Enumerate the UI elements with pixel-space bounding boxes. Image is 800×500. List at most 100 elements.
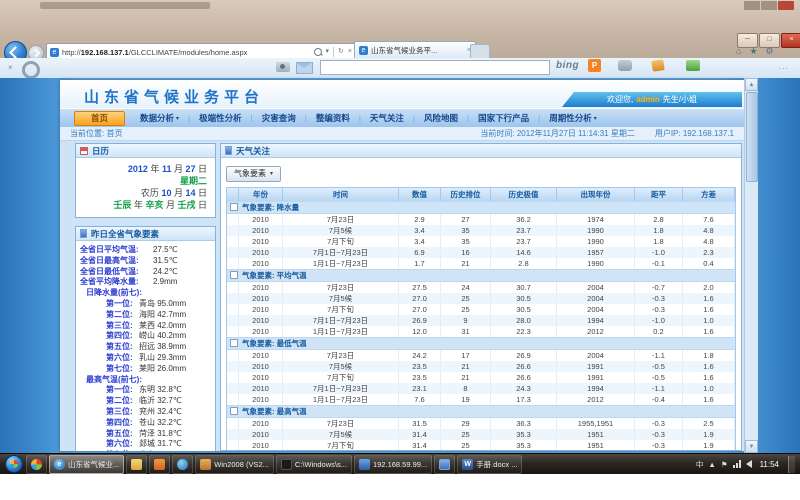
element-dropdown-button[interactable]: 气象要素 ▾ <box>226 166 281 182</box>
toolbar-capture-icon[interactable] <box>618 60 632 71</box>
group-checkbox[interactable] <box>230 407 238 415</box>
vertical-scrollbar[interactable]: ▲ ▼ <box>744 78 758 453</box>
volume-icon[interactable] <box>746 460 752 468</box>
taskbar-button-wmp[interactable] <box>172 455 193 474</box>
menu-item-周期性分析[interactable]: 周期性分析▾ <box>540 112 606 124</box>
table-row[interactable]: 20107月下旬31.42535.31951-0.31.9 <box>227 440 735 451</box>
toolbar-share-icon[interactable] <box>686 60 700 71</box>
summary-stat: 全省日平均气温:27.5℃ <box>80 245 211 256</box>
sidebar: 日历 2012 年 11 月 27 日星期二农历 10 月 14 日壬辰 年 辛… <box>75 143 216 451</box>
table-row[interactable]: 20101月1日~7月23日1.7212.81990-0.10.4 <box>227 258 735 269</box>
group-label: 气象要素: 最高气温 <box>242 406 307 417</box>
table-cell: 7月下旬 <box>283 372 399 383</box>
menu-item-天气关注[interactable]: 天气关注 <box>361 112 413 124</box>
taskbar-button-rdp[interactable]: 192.168.59.99... <box>354 455 432 474</box>
table-cell <box>227 440 239 451</box>
favorites-star-icon[interactable]: ★ <box>749 46 757 57</box>
menu-item-label: 天气关注 <box>370 112 404 124</box>
table-cell: 23.7 <box>491 236 557 247</box>
group-checkbox[interactable] <box>230 271 238 279</box>
toolbar-close-icon[interactable]: × <box>8 63 13 72</box>
app-orange-icon <box>154 459 165 470</box>
table-row[interactable]: 20107月下旬23.52126.61991-0.51.6 <box>227 372 735 383</box>
tray-arrow-icon[interactable]: ▲ <box>708 460 715 469</box>
language-indicator[interactable]: 中 <box>696 460 704 469</box>
table-cell: -1.1 <box>635 350 683 361</box>
table-row[interactable]: 20107月5候23.52126.61991-0.51.6 <box>227 361 735 372</box>
table-cell: 12.0 <box>399 326 441 337</box>
toolbar-logo-icon[interactable] <box>22 61 40 79</box>
breadcrumb: 当前位置: 首页 <box>70 128 122 139</box>
group-checkbox[interactable] <box>230 339 238 347</box>
menu-item-极端性分析[interactable]: 极端性分析 <box>190 112 251 124</box>
taskbar-button-folder[interactable] <box>126 455 147 474</box>
taskbar-button-vm[interactable]: Win2008 (VS2... <box>195 455 274 474</box>
taskbar-clock[interactable]: 11:54 <box>760 460 779 469</box>
toolbar-highlight-icon[interactable] <box>651 59 664 72</box>
table-row[interactable]: 20107月23日24.21726.92004-1.11.8 <box>227 350 735 361</box>
table-cell: 24 <box>441 282 491 293</box>
background-window-hint <box>40 2 210 9</box>
url-protocol: http:// <box>62 48 81 57</box>
camera-icon[interactable] <box>276 62 290 72</box>
table-row[interactable]: 20107月5候31.42535.31951-0.31.9 <box>227 429 735 440</box>
stat-label: 全省平均降水量: <box>80 277 150 288</box>
table-row[interactable]: 20107月1日~7月23日26.9928.01994-1.01.0 <box>227 315 735 326</box>
taskbar-button-doc[interactable] <box>434 455 455 474</box>
toolbar-search-input[interactable] <box>320 60 550 75</box>
settings-gear-icon[interactable]: ⚙ <box>766 46 774 57</box>
home-icon[interactable]: ⌂ <box>736 46 741 57</box>
browser-tab[interactable]: e 山东省气候业务平... × <box>354 41 476 59</box>
summary-stat: 全省日最高气温:31.5℃ <box>80 256 211 267</box>
new-tab-button[interactable] <box>470 44 490 59</box>
network-icon[interactable] <box>733 460 741 468</box>
stop-icon[interactable]: × <box>348 48 352 56</box>
table-row[interactable]: 20107月23日2.92736.219742.87.6 <box>227 214 735 225</box>
scrollbar-thumb[interactable] <box>746 92 758 182</box>
table-cell: 2012 <box>557 326 635 337</box>
stat-value: 2.9mm <box>153 277 177 288</box>
menu-item-首页[interactable]: 首页 <box>74 111 125 126</box>
close-button[interactable]: × <box>781 33 800 48</box>
scroll-down-button[interactable]: ▼ <box>745 440 758 453</box>
table-row[interactable]: 20107月5候27.02530.52004-0.31.6 <box>227 293 735 304</box>
table-cell: 19 <box>441 394 491 405</box>
table-row[interactable]: 20107月1日~7月23日23.1824.31994-1.11.0 <box>227 383 735 394</box>
table-row[interactable]: 20107月23日31.52936.31955,1951-0.32.5 <box>227 418 735 429</box>
scroll-up-button[interactable]: ▲ <box>745 78 758 91</box>
menu-item-整编资料[interactable]: 整编资料 <box>307 112 359 124</box>
group-checkbox[interactable] <box>230 203 238 211</box>
taskbar-button-cmd[interactable]: C:\Windows\s... <box>276 455 352 474</box>
table-row[interactable]: 20107月23日27.52430.72004-0.72.0 <box>227 282 735 293</box>
start-button[interactable] <box>5 455 23 473</box>
show-desktop-button[interactable] <box>788 456 795 473</box>
table-row[interactable]: 20101月1日~7月23日12.03122.320120.21.6 <box>227 326 735 337</box>
chevron-down-icon[interactable]: ▾ <box>326 48 330 56</box>
bing-search-button[interactable]: P <box>588 59 601 72</box>
rank-value: 莱阳 26.0mm <box>139 364 186 375</box>
taskbar-button-word[interactable]: W手册.docx ... <box>457 455 522 474</box>
mail-icon[interactable] <box>296 62 313 74</box>
table-cell: 23.1 <box>399 383 441 394</box>
menu-item-风险地图[interactable]: 风险地图 <box>415 112 467 124</box>
taskbar-button-colors[interactable] <box>26 455 47 474</box>
table-row[interactable]: 20107月1日~7月23日31.5933.01997-1.01.1 <box>227 451 735 452</box>
taskbar-button-ie[interactable]: e山东省气候业... <box>49 455 124 474</box>
table-header-row: 年份时间数值历史排位历史极值出现年份距平方差 <box>227 188 735 201</box>
table-cell: 2010 <box>239 236 283 247</box>
menu-item-数据分析[interactable]: 数据分析▾ <box>131 112 188 124</box>
table-row[interactable]: 20101月1日~7月23日7.61917.32012-0.41.6 <box>227 394 735 405</box>
table-row[interactable]: 20107月5候3.43523.719901.84.8 <box>227 225 735 236</box>
table-row[interactable]: 20107月1日~7月23日6.91614.61957-1.02.3 <box>227 247 735 258</box>
table-row[interactable]: 20107月下旬27.02530.52004-0.31.6 <box>227 304 735 315</box>
table-row[interactable]: 20107月下旬3.43523.719901.84.8 <box>227 236 735 247</box>
table-cell: 1.9 <box>683 440 735 451</box>
tray-flag-icon[interactable]: ⚑ <box>721 460 728 469</box>
chevron-down-icon: ▾ <box>594 115 597 122</box>
refresh-icon[interactable]: ↻ <box>338 48 344 56</box>
toolbar-more-icon[interactable]: ... <box>779 62 789 71</box>
taskbar-button-app-orange[interactable] <box>149 455 170 474</box>
search-icon[interactable] <box>314 48 322 56</box>
menu-item-灾害查询[interactable]: 灾害查询 <box>253 112 305 124</box>
menu-item-国家下行产品[interactable]: 国家下行产品 <box>469 112 538 124</box>
